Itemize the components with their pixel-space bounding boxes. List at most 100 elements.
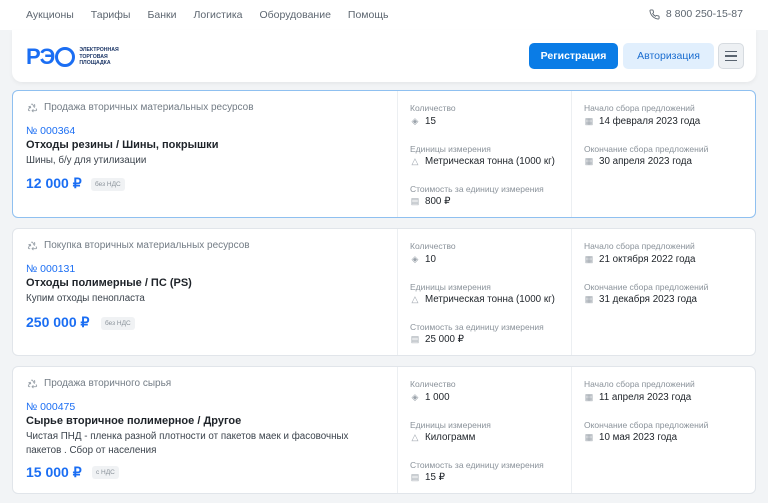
phone-icon [649, 8, 660, 19]
quantity-value: ◈ 15 [410, 116, 436, 127]
unit-price-label: Стоимость за единицу измерения [410, 460, 544, 470]
start-value: ▦ 21 октября 2022 года [584, 254, 696, 265]
box-icon: ◈ [411, 392, 419, 402]
start-value: ▦ 14 февраля 2023 года [584, 116, 701, 127]
recycle-icon [27, 103, 38, 113]
divider [397, 91, 398, 217]
unit-price-text: 25 000 ₽ [425, 334, 464, 345]
lot-price: 250 000 ₽ [26, 314, 90, 330]
unit-text: Килограмм [425, 432, 476, 443]
start-text: 11 апреля 2023 года [599, 392, 692, 403]
nav-link-tariffs[interactable]: Тарифы [91, 9, 131, 21]
lot-category-text: Продажа вторичных материальных ресурсов [44, 102, 254, 113]
logo-letters: РЭ [26, 44, 55, 69]
lot-description: Купим отходы пенопласта [26, 293, 145, 304]
lot-card[interactable]: Покупка вторичных материальных ресурсов … [12, 228, 756, 356]
divider [397, 229, 398, 355]
lot-price: 15 000 ₽ [26, 464, 82, 480]
top-nav-links: Аукционы Тарифы Банки Логистика Оборудов… [26, 9, 405, 21]
logo-text-line: площадка [79, 60, 111, 67]
nav-link-auctions[interactable]: Аукционы [26, 9, 74, 21]
calendar-icon: ▦ [584, 254, 594, 264]
end-value: ▦ 10 мая 2023 года [584, 432, 677, 443]
triangle-ruler-icon: △ [411, 294, 419, 304]
top-nav: Аукционы Тарифы Банки Логистика Оборудов… [0, 0, 768, 30]
start-label: Начало сбора предложений [584, 379, 695, 389]
recycle-icon [27, 241, 38, 251]
lot-category-text: Продажа вторичного сырья [44, 378, 172, 389]
lot-category: Покупка вторичных материальных ресурсов [27, 240, 250, 251]
start-text: 14 февраля 2023 года [599, 116, 701, 127]
cash-icon: ▤ [410, 334, 420, 344]
unit-value: △ Килограмм [410, 432, 476, 443]
unit-price-text: 15 ₽ [425, 472, 445, 483]
lot-title[interactable]: Отходы полимерные / ПС (PS) [26, 277, 192, 289]
quantity-label: Количество [410, 379, 456, 389]
triangle-ruler-icon: △ [411, 156, 419, 166]
lot-title[interactable]: Сырье вторичное полимерное / Другое [26, 415, 241, 427]
logo-text-line: Электронная [79, 47, 119, 54]
lot-number[interactable]: № 000131 [26, 263, 75, 275]
end-value: ▦ 30 апреля 2023 года [584, 156, 692, 167]
lot-category: Продажа вторичных материальных ресурсов [27, 102, 254, 113]
unit-label: Единицы измерения [410, 420, 491, 430]
phone-number: 8 800 250-15-87 [665, 8, 743, 20]
unit-price-value: ▤ 15 ₽ [410, 472, 445, 483]
nav-link-banks[interactable]: Банки [147, 9, 176, 21]
calendar-icon: ▦ [584, 116, 594, 126]
end-label: Окончание сбора предложений [584, 420, 709, 430]
logo[interactable]: РЭ Электронная торговая площадка [26, 44, 119, 70]
lot-category-text: Покупка вторичных материальных ресурсов [44, 240, 250, 251]
start-text: 21 октября 2022 года [599, 254, 696, 265]
lot-number[interactable]: № 000364 [26, 125, 75, 137]
quantity-value: ◈ 1 000 [410, 392, 450, 403]
triangle-ruler-icon: △ [411, 432, 419, 442]
vat-badge: без НДС [101, 317, 135, 330]
login-button[interactable]: Авторизация [623, 43, 714, 69]
phone-link[interactable]: 8 800 250-15-87 [649, 8, 743, 20]
unit-price-text: 800 ₽ [425, 196, 451, 207]
quantity-text: 10 [425, 254, 436, 265]
quantity-text: 15 [425, 116, 436, 127]
end-label: Окончание сбора предложений [584, 144, 709, 154]
nav-link-equipment[interactable]: Оборудование [260, 9, 331, 21]
calendar-icon: ▦ [584, 294, 594, 304]
divider [571, 91, 572, 217]
start-label: Начало сбора предложений [584, 103, 695, 113]
lot-description: Шины, б/у для утилизации [26, 155, 147, 166]
lot-card[interactable]: Продажа вторичного сырья № 000475 Сырье … [12, 366, 756, 494]
quantity-label: Количество [410, 241, 456, 251]
hamburger-icon-line [725, 50, 737, 53]
recycle-icon [27, 379, 38, 389]
hamburger-icon-line [725, 59, 737, 62]
lot-number[interactable]: № 000475 [26, 401, 75, 413]
logo-mark: РЭ [26, 44, 76, 70]
lot-title[interactable]: Отходы резины / Шины, покрышки [26, 139, 218, 151]
end-value: ▦ 31 декабря 2023 года [584, 294, 697, 305]
hamburger-icon-line [725, 55, 737, 57]
lot-description: Чистая ПНД - пленка разной плотности от … [26, 431, 349, 456]
register-button[interactable]: Регистрация [529, 43, 618, 69]
menu-button[interactable] [718, 43, 744, 69]
quantity-label: Количество [410, 103, 456, 113]
vat-badge: без НДС [91, 178, 125, 191]
lot-card[interactable]: Продажа вторичных материальных ресурсов … [12, 90, 756, 218]
unit-text: Метрическая тонна (1000 кг) [425, 156, 555, 167]
calendar-icon: ▦ [584, 156, 594, 166]
unit-price-label: Стоимость за единицу измерения [410, 322, 544, 332]
quantity-text: 1 000 [425, 392, 450, 403]
logo-text: Электронная торговая площадка [79, 47, 118, 66]
unit-price-label: Стоимость за единицу измерения [410, 184, 544, 194]
unit-label: Единицы измерения [410, 144, 491, 154]
site-header: РЭ Электронная торговая площадка Регистр… [12, 30, 756, 82]
vat-badge: с НДС [92, 466, 119, 479]
quantity-value: ◈ 10 [410, 254, 436, 265]
nav-link-logistics[interactable]: Логистика [193, 9, 242, 21]
cash-icon: ▤ [410, 472, 420, 482]
logo-ring-icon [55, 47, 76, 67]
unit-price-value: ▤ 25 000 ₽ [410, 334, 464, 345]
calendar-icon: ▦ [584, 432, 594, 442]
lot-price: 12 000 ₽ [26, 175, 82, 191]
unit-value: △ Метрическая тонна (1000 кг) [410, 156, 555, 167]
nav-link-help[interactable]: Помощь [348, 9, 389, 21]
